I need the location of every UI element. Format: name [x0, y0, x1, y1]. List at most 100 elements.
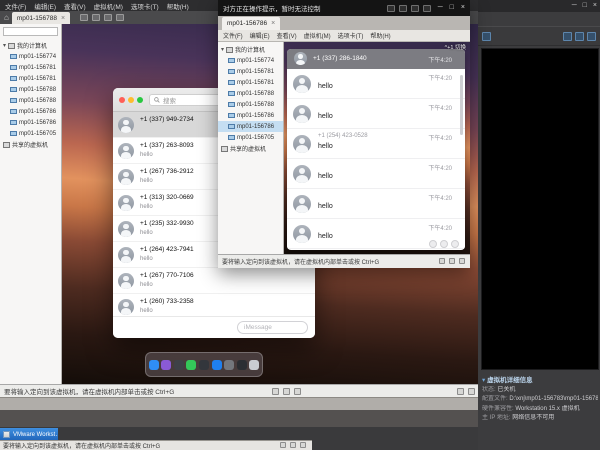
tree-item-shared-vms[interactable]: 共享的虚拟机: [218, 143, 283, 154]
trash-icon[interactable]: [249, 360, 259, 370]
launchpad-icon[interactable]: [174, 360, 184, 370]
tree-item-vm[interactable]: mp01-156774: [0, 51, 61, 62]
finder-icon[interactable]: [149, 360, 159, 370]
tree-item-vm[interactable]: mp01-156781: [0, 73, 61, 84]
sound-icon[interactable]: [280, 442, 286, 448]
system-preferences-icon[interactable]: [224, 360, 234, 370]
power-icon[interactable]: [482, 32, 491, 41]
conversation-row[interactable]: +1 (267) 770-7106 hello: [113, 268, 315, 294]
conversation-row[interactable]: +1 (260) 733-2358 hello: [113, 294, 315, 316]
fullscreen-icon[interactable]: [411, 5, 419, 12]
tab-close-icon[interactable]: ×: [61, 15, 65, 22]
tree-item-shared-vms[interactable]: 共享的虚拟机: [0, 139, 61, 150]
maximize-button[interactable]: □: [583, 2, 587, 10]
close-traffic-light[interactable]: [119, 97, 125, 103]
conversation-row[interactable]: +1 (254) 423-0528 hello 下午4:20: [287, 129, 465, 159]
conversation-row[interactable]: hello 下午4:20: [287, 189, 465, 219]
tree-item-my-computer[interactable]: ▾ 我的计算机: [218, 44, 283, 55]
menu-item[interactable]: 虚拟机(M): [304, 31, 331, 40]
hdd-icon[interactable]: [449, 258, 455, 264]
network-icon[interactable]: [294, 388, 301, 395]
sound-icon[interactable]: [272, 388, 279, 395]
tree-item-vm[interactable]: mp01-156788: [218, 88, 283, 99]
menu-item[interactable]: 编辑(E): [250, 31, 270, 40]
vm-tab[interactable]: mp01-156788 ×: [12, 12, 70, 24]
add-icon[interactable]: [429, 240, 437, 248]
app-store-icon[interactable]: [212, 360, 222, 370]
tree-item-vm[interactable]: mp01-156788: [0, 95, 61, 106]
tree-item-vm[interactable]: mp01-156781: [218, 66, 283, 77]
emoji-icon[interactable]: [440, 240, 448, 248]
vm-tab[interactable]: mp01-156786 ×: [222, 17, 280, 30]
app-icon-dark[interactable]: [237, 360, 247, 370]
home-tab-icon[interactable]: ⌂: [4, 13, 9, 23]
power-icon[interactable]: [80, 14, 88, 21]
power-icon[interactable]: [387, 5, 395, 12]
conversation-row[interactable]: hello 下午4:20: [287, 99, 465, 129]
snapshot-icon[interactable]: [104, 14, 112, 21]
menu-item[interactable]: 虚拟机(M): [94, 1, 123, 11]
hdd-icon[interactable]: [290, 442, 296, 448]
snapshot-icon[interactable]: [399, 5, 407, 12]
conversation-row[interactable]: hello 下午4:20: [287, 159, 465, 189]
sound-icon[interactable]: [439, 258, 445, 264]
tree-item-vm[interactable]: mp01-156705: [218, 132, 283, 143]
menu-item[interactable]: 帮助(H): [370, 31, 390, 40]
minimize-button[interactable]: ─: [438, 4, 443, 12]
conversation-list: hello 下午4:20 hello 下午4:20: [287, 69, 465, 250]
tab-close-icon[interactable]: ×: [271, 20, 275, 27]
vm-config-value: D:\xnj\mp01-156783\mp01-156783.vmx: [509, 396, 598, 402]
close-button[interactable]: ×: [461, 4, 465, 12]
vm-screen-powered-off[interactable]: [481, 48, 599, 370]
messages-icon[interactable]: [186, 360, 196, 370]
minimize-button[interactable]: ─: [572, 2, 577, 10]
siri-icon[interactable]: [161, 360, 171, 370]
tree-item-vm[interactable]: mp01-156786: [218, 110, 283, 121]
tree-item-my-computer[interactable]: ▾ 我的计算机: [0, 40, 61, 51]
pause-icon[interactable]: [92, 14, 100, 21]
menu-item[interactable]: 查看(V): [277, 31, 297, 40]
right-window-titlebar[interactable]: ─ □ ×: [478, 0, 600, 12]
hdd-icon[interactable]: [283, 388, 290, 395]
close-button[interactable]: ×: [593, 2, 597, 10]
menu-item[interactable]: 选项卡(T): [131, 1, 159, 11]
maximize-button[interactable]: □: [450, 4, 454, 12]
audio-icon[interactable]: [451, 240, 459, 248]
tree-item-vm[interactable]: mp01-156781: [0, 62, 61, 73]
tree-item-vm[interactable]: mp01-156788: [0, 84, 61, 95]
menu-item[interactable]: 编辑(E): [34, 1, 56, 11]
menu-item[interactable]: 帮助(H): [167, 1, 189, 11]
snapshot-icon[interactable]: [563, 32, 572, 41]
tree-item-vm[interactable]: mp01-156786: [0, 106, 61, 117]
selected-conversation-header[interactable]: +1 (337) 286-1840 下午4:20: [287, 49, 465, 69]
network-icon[interactable]: [459, 258, 465, 264]
tree-item-vm[interactable]: mp01-156781: [218, 77, 283, 88]
message-log-icon[interactable]: [457, 388, 464, 395]
tree-item-vm[interactable]: mp01-156774: [218, 55, 283, 66]
tree-item-vm[interactable]: mp01-156788: [218, 99, 283, 110]
vm-details-header[interactable]: ▾ 虚拟机详细信息: [482, 376, 598, 386]
tree-item-vm[interactable]: mp01-156786: [0, 117, 61, 128]
unity-icon[interactable]: [423, 5, 431, 12]
tree-item-vm[interactable]: mp01-156705: [0, 128, 61, 139]
app-icon[interactable]: [199, 360, 209, 370]
vm-console-display[interactable]: ^+1 切换 +1 (337) 286-1840 下午4:20 hello: [284, 42, 470, 254]
console-view-icon[interactable]: [587, 32, 596, 41]
conversation-row[interactable]: hello 下午4:20: [287, 69, 465, 99]
fullscreen-icon[interactable]: [575, 32, 584, 41]
minimize-traffic-light[interactable]: [128, 97, 134, 103]
library-search-input[interactable]: [3, 27, 58, 36]
network-icon[interactable]: [300, 442, 306, 448]
imessage-input[interactable]: iMessage: [237, 321, 308, 334]
scrollbar[interactable]: [460, 75, 463, 135]
fullscreen-icon[interactable]: [116, 14, 124, 21]
tree-item-vm[interactable]: mp01-156786: [218, 121, 283, 132]
computer-icon: [8, 43, 15, 49]
avatar: [118, 247, 134, 263]
menu-item[interactable]: 文件(F): [5, 1, 26, 11]
menu-item[interactable]: 选项卡(T): [338, 31, 364, 40]
zoom-traffic-light[interactable]: [137, 97, 143, 103]
menu-item[interactable]: 查看(V): [64, 1, 86, 11]
resize-grip-icon[interactable]: [468, 388, 475, 395]
menu-item[interactable]: 文件(F): [223, 31, 243, 40]
